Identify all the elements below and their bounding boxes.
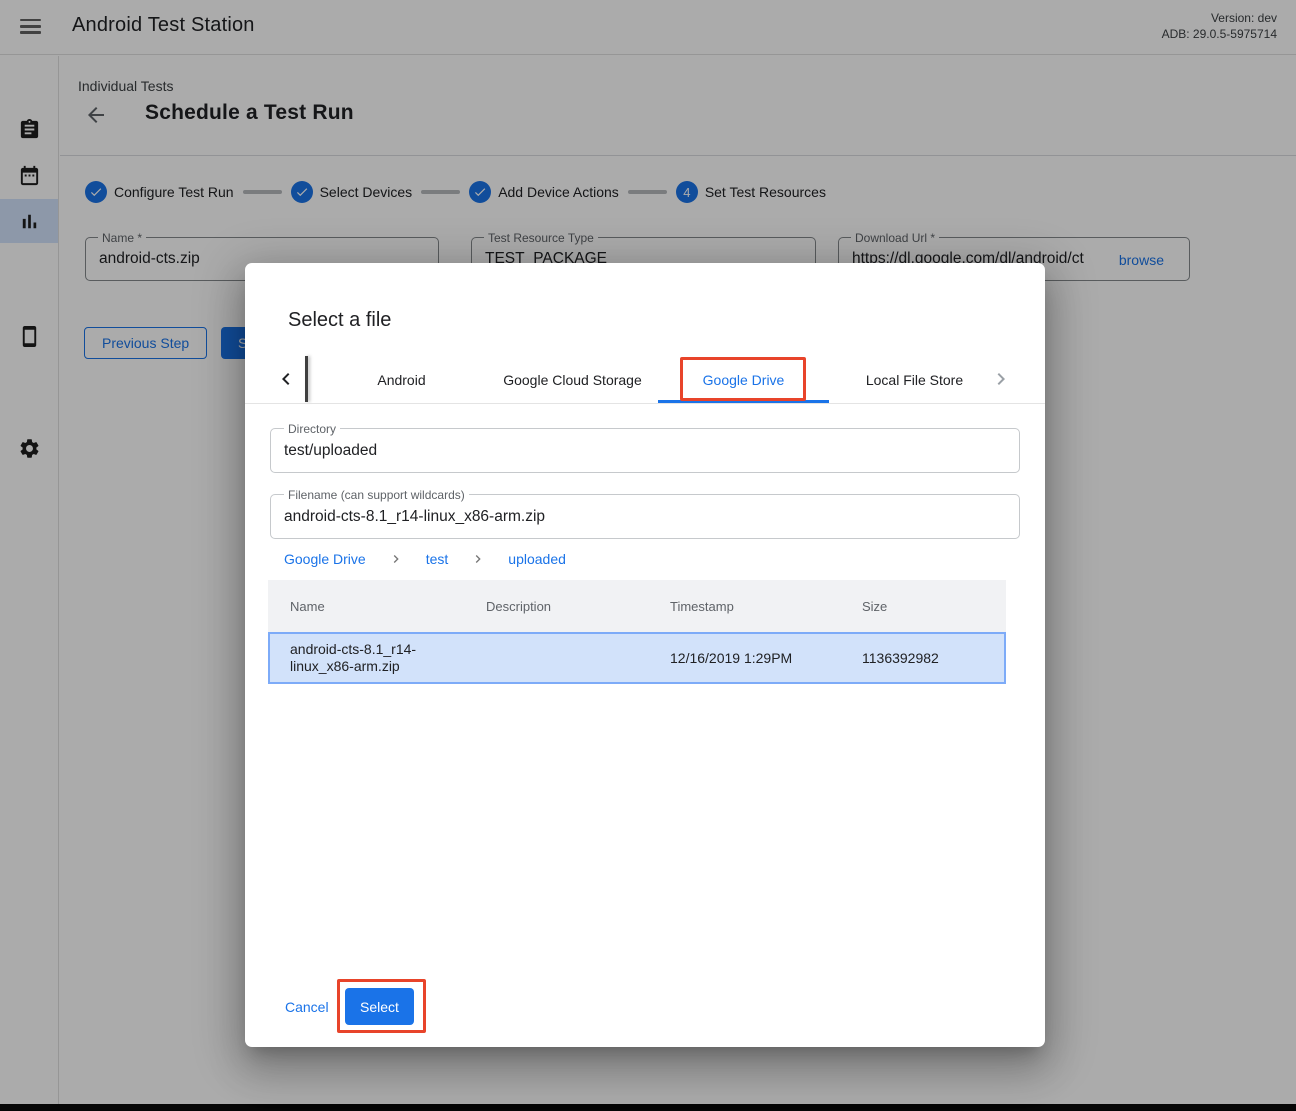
filename-field[interactable]: Filename (can support wildcards) android… <box>270 494 1020 539</box>
file-table-header: Name Description Timestamp Size <box>268 580 1006 632</box>
column-header-description: Description <box>486 599 670 614</box>
tab-google-drive[interactable]: Google Drive <box>658 356 829 403</box>
file-timestamp-cell: 12/16/2019 1:29PM <box>670 650 862 666</box>
chevron-right-icon <box>470 551 486 567</box>
table-row-selected-file[interactable]: android-cts-8.1_r14-linux_x86-arm.zip 12… <box>268 632 1006 684</box>
chevron-right-icon <box>388 551 404 567</box>
column-header-size: Size <box>862 599 1006 614</box>
tab-local-file-store[interactable]: Local File Store <box>829 356 1000 403</box>
filename-field-label: Filename (can support wildcards) <box>284 488 469 502</box>
tab-list: Android Google Cloud Storage Google Driv… <box>316 356 1000 403</box>
filename-field-value[interactable]: android-cts-8.1_r14-linux_x86-arm.zip <box>284 508 545 526</box>
select-file-dialog: Select a file Android Google Cloud Stora… <box>245 263 1045 1047</box>
directory-field-value[interactable]: test/uploaded <box>284 442 377 460</box>
breadcrumb-uploaded[interactable]: uploaded <box>508 551 566 567</box>
cancel-button[interactable]: Cancel <box>285 999 329 1015</box>
breadcrumb-test[interactable]: test <box>426 551 449 567</box>
tabs-scroll-divider <box>305 356 308 402</box>
file-size-cell: 1136392982 <box>862 650 1004 666</box>
chevron-left-icon <box>274 367 298 391</box>
tab-google-cloud-storage[interactable]: Google Cloud Storage <box>487 356 658 403</box>
tabs-scroll-left-button[interactable] <box>274 367 298 391</box>
chevron-right-icon <box>989 367 1013 391</box>
directory-field[interactable]: Directory test/uploaded <box>270 428 1020 473</box>
column-header-timestamp: Timestamp <box>670 599 862 614</box>
breadcrumb-google-drive[interactable]: Google Drive <box>284 551 366 567</box>
android-test-station-screen: Android Test Station Version: dev ADB: 2… <box>0 0 1296 1111</box>
tab-android[interactable]: Android <box>316 356 487 403</box>
dialog-title: Select a file <box>288 309 391 332</box>
select-button[interactable]: Select <box>345 988 414 1025</box>
file-source-tabs: Android Google Cloud Storage Google Driv… <box>245 356 1045 403</box>
file-name-cell: android-cts-8.1_r14-linux_x86-arm.zip <box>290 641 486 675</box>
directory-field-label: Directory <box>284 422 340 436</box>
tabs-divider <box>245 403 1045 404</box>
file-table: Name Description Timestamp Size android-… <box>268 580 1006 684</box>
breadcrumb: Google Drive test uploaded <box>284 551 566 567</box>
tabs-scroll-right-button[interactable] <box>989 367 1013 391</box>
column-header-name: Name <box>290 599 486 614</box>
